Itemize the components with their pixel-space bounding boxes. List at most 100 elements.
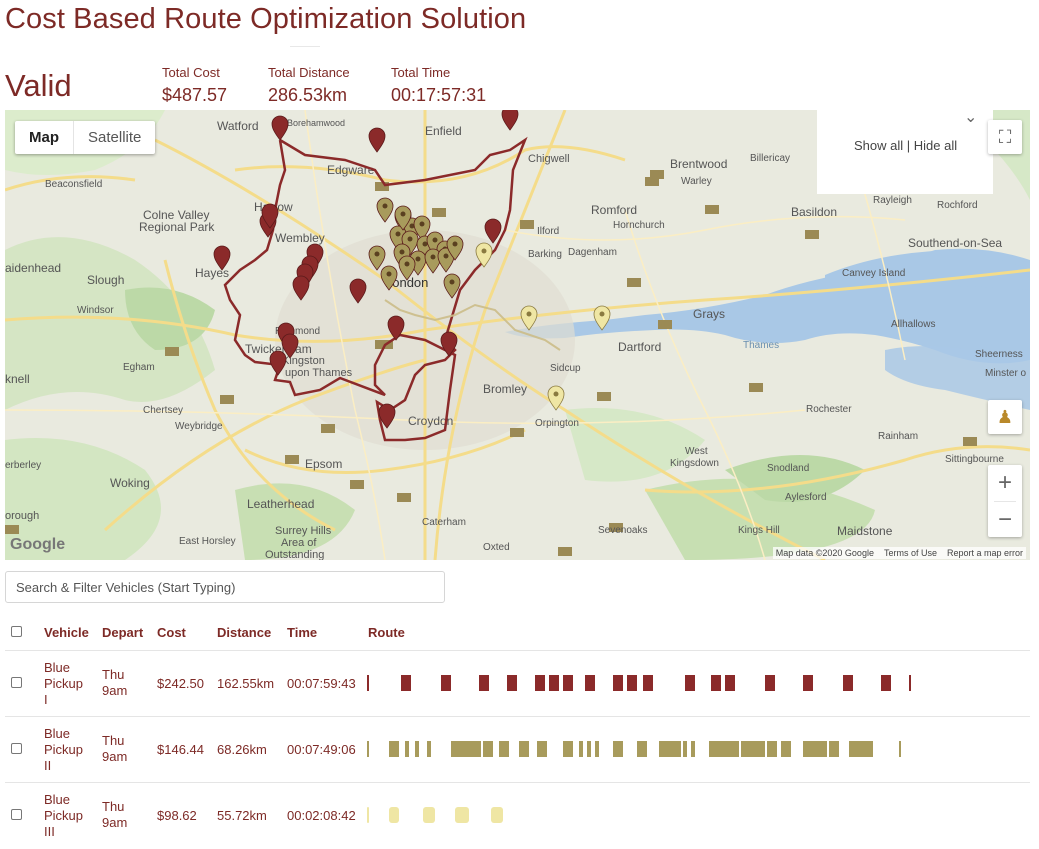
route-segment[interactable] — [405, 741, 409, 757]
route-stop-marker[interactable] — [271, 115, 289, 141]
place-label: knell — [5, 372, 30, 386]
route-segment[interactable] — [483, 741, 493, 757]
route-segment[interactable] — [613, 675, 623, 691]
place-label: Canvey Island — [842, 268, 905, 279]
table-row[interactable]: Blue Pickup III Thu 9am $98.62 55.72km 0… — [5, 782, 1030, 848]
route-segment[interactable] — [479, 675, 489, 691]
place-label: Bromley — [483, 382, 527, 396]
route-segment[interactable] — [535, 675, 545, 691]
column-header-cost[interactable]: Cost — [157, 625, 186, 640]
route-segment[interactable] — [711, 675, 721, 691]
column-header-vehicle[interactable]: Vehicle — [44, 625, 89, 640]
place-label: Warley — [681, 176, 712, 187]
row-checkbox[interactable] — [11, 743, 22, 754]
route-segment[interactable] — [491, 807, 503, 823]
row-checkbox[interactable] — [11, 809, 22, 820]
route-segment[interactable] — [389, 807, 399, 823]
route-segment[interactable] — [613, 741, 623, 757]
route-segment[interactable] — [507, 675, 517, 691]
route-segment[interactable] — [563, 741, 573, 757]
map-type-satellite-button[interactable]: Satellite — [74, 121, 155, 154]
route-segment[interactable] — [685, 675, 695, 691]
route-segment[interactable] — [499, 741, 509, 757]
row-checkbox[interactable] — [11, 677, 22, 688]
route-timeline[interactable] — [367, 741, 927, 757]
chevron-down-icon[interactable]: ⌄ — [964, 110, 977, 127]
route-segment[interactable] — [427, 741, 431, 757]
route-timeline[interactable] — [367, 807, 927, 823]
map-type-map-button[interactable]: Map — [15, 121, 74, 154]
route-segment[interactable] — [415, 741, 419, 757]
place-label: Snodland — [767, 463, 809, 474]
route-segment[interactable] — [451, 741, 481, 757]
route-map[interactable]: Watford Borehamwood Enfield Chigwell Bre… — [5, 110, 1030, 560]
route-stop-marker[interactable] — [484, 218, 502, 244]
route-segment[interactable] — [909, 675, 911, 691]
route-segment[interactable] — [367, 675, 369, 691]
route-segment[interactable] — [843, 675, 853, 691]
route-segment[interactable] — [579, 741, 583, 757]
pegman-icon[interactable]: ♟ — [988, 400, 1022, 434]
route-segment[interactable] — [423, 807, 435, 823]
place-label: Woking — [110, 476, 150, 490]
route-segment[interactable] — [765, 675, 775, 691]
route-segment[interactable] — [585, 675, 595, 691]
route-segment[interactable] — [741, 741, 765, 757]
distance-cell: 68.26km — [217, 742, 267, 757]
route-segment[interactable] — [683, 741, 687, 757]
terms-of-use-link[interactable]: Terms of Use — [884, 548, 937, 558]
route-segment[interactable] — [587, 741, 591, 757]
route-stop-marker[interactable] — [368, 127, 386, 153]
route-segment[interactable] — [455, 807, 469, 823]
page-title: Cost Based Route Optimization Solution — [5, 3, 527, 35]
route-stop-marker[interactable] — [501, 110, 519, 131]
column-header-route[interactable]: Route — [368, 625, 405, 640]
column-header-time[interactable]: Time — [287, 625, 317, 640]
route-segment[interactable] — [767, 741, 777, 757]
route-segment[interactable] — [637, 741, 647, 757]
route-segment[interactable] — [367, 741, 369, 757]
route-segment[interactable] — [401, 675, 411, 691]
route-segment[interactable] — [367, 807, 369, 823]
select-all-checkbox[interactable] — [11, 626, 22, 637]
depart-time: 9am — [102, 749, 128, 764]
route-stop-marker[interactable] — [376, 197, 394, 223]
route-segment[interactable] — [899, 741, 901, 757]
vehicle-name-line: Blue — [44, 792, 71, 807]
route-segment[interactable] — [519, 741, 529, 757]
report-map-error-link[interactable]: Report a map error — [947, 548, 1023, 558]
route-segment[interactable] — [537, 741, 547, 757]
place-label: Romford — [591, 203, 637, 217]
route-segment[interactable] — [643, 675, 653, 691]
route-segment[interactable] — [659, 741, 681, 757]
route-segment[interactable] — [389, 741, 399, 757]
zoom-in-button[interactable]: + — [988, 465, 1022, 501]
place-label: Brentwood — [670, 157, 727, 171]
route-segment[interactable] — [691, 741, 695, 757]
fullscreen-icon[interactable]: ⛶ — [988, 120, 1022, 154]
route-segment[interactable] — [709, 741, 739, 757]
map-type-control: Map Satellite — [15, 121, 156, 154]
vehicle-search-input[interactable] — [5, 571, 445, 603]
column-header-depart[interactable]: Depart — [102, 625, 143, 640]
route-segment[interactable] — [563, 675, 573, 691]
route-segment[interactable] — [803, 675, 813, 691]
place-label: Sidcup — [550, 363, 581, 374]
route-segment[interactable] — [725, 675, 735, 691]
column-header-distance[interactable]: Distance — [217, 625, 271, 640]
route-segment[interactable] — [441, 675, 451, 691]
route-timeline[interactable] — [367, 675, 927, 691]
route-segment[interactable] — [849, 741, 873, 757]
route-segment[interactable] — [881, 675, 891, 691]
route-segment[interactable] — [627, 675, 637, 691]
route-segment[interactable] — [595, 741, 599, 757]
zoom-out-button[interactable]: − — [988, 502, 1022, 538]
table-row[interactable]: Blue Pickup II Thu 9am $146.44 68.26km 0… — [5, 716, 1030, 782]
route-segment[interactable] — [829, 741, 839, 757]
route-segment[interactable] — [549, 675, 559, 691]
place-label: Weybridge — [175, 421, 223, 432]
route-segment[interactable] — [803, 741, 827, 757]
route-segment[interactable] — [781, 741, 791, 757]
table-row[interactable]: Blue Pickup I Thu 9am $242.50 162.55km 0… — [5, 650, 1030, 716]
show-hide-all-links[interactable]: Show all | Hide all — [854, 138, 957, 153]
